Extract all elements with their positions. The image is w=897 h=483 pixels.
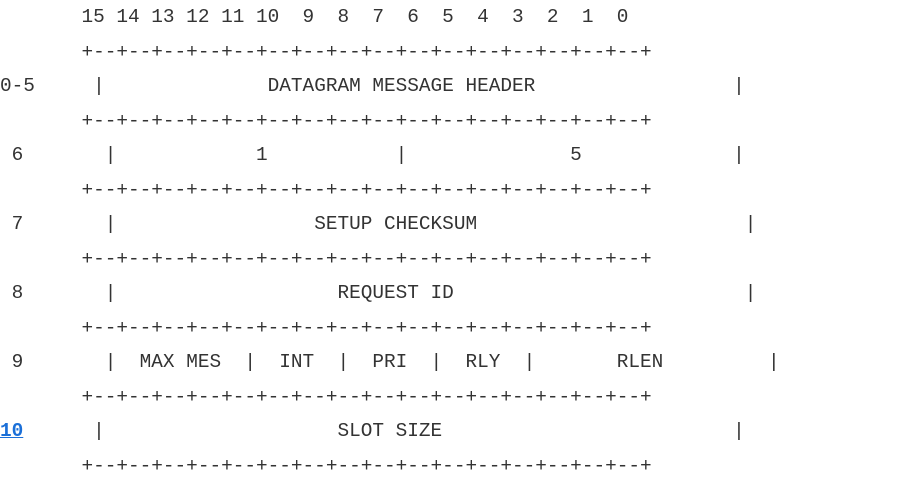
separator-line: +--+--+--+--+--+--+--+--+--+--+--+--+--+… (0, 311, 780, 346)
row-label: 7 (0, 213, 23, 235)
row-fields: | MAX MES | INT | PRI | RLY | RLEN | (23, 351, 779, 373)
separator-line: +--+--+--+--+--+--+--+--+--+--+--+--+--+… (0, 242, 780, 277)
row-word-10: 10 | SLOT SIZE | (0, 414, 780, 449)
separator-line: +--+--+--+--+--+--+--+--+--+--+--+--+--+… (0, 380, 780, 415)
row-word-7: 7 | SETUP CHECKSUM | (0, 207, 780, 242)
row-fields: | SLOT SIZE | (23, 420, 744, 442)
row-word-9: 9 | MAX MES | INT | PRI | RLY | RLEN | (0, 345, 780, 380)
separator-line: +--+--+--+--+--+--+--+--+--+--+--+--+--+… (0, 449, 780, 483)
row-label: 8 (0, 282, 23, 304)
row-words-0-5: 0-5 | DATAGRAM MESSAGE HEADER | (0, 69, 780, 104)
separator-line: +--+--+--+--+--+--+--+--+--+--+--+--+--+… (0, 173, 780, 208)
row-word-6: 6 | 1 | 5 | (0, 138, 780, 173)
bit-number-header: 15 14 13 12 11 10 9 8 7 6 5 4 3 2 1 0 (0, 0, 780, 35)
separator-line: +--+--+--+--+--+--+--+--+--+--+--+--+--+… (0, 35, 780, 70)
row-label: 6 (0, 144, 23, 166)
row-fields: | SETUP CHECKSUM | (23, 213, 756, 235)
row-label: 9 (0, 351, 23, 373)
row-word-8: 8 | REQUEST ID | (0, 276, 780, 311)
row-fields: | REQUEST ID | (23, 282, 756, 304)
row-label-link[interactable]: 10 (0, 420, 23, 442)
row-fields: | DATAGRAM MESSAGE HEADER | (35, 75, 745, 97)
separator-line: +--+--+--+--+--+--+--+--+--+--+--+--+--+… (0, 104, 780, 139)
row-fields: | 1 | 5 | (23, 144, 744, 166)
packet-format-diagram: 15 14 13 12 11 10 9 8 7 6 5 4 3 2 1 0 +-… (0, 0, 780, 483)
row-label: 0-5 (0, 75, 35, 97)
